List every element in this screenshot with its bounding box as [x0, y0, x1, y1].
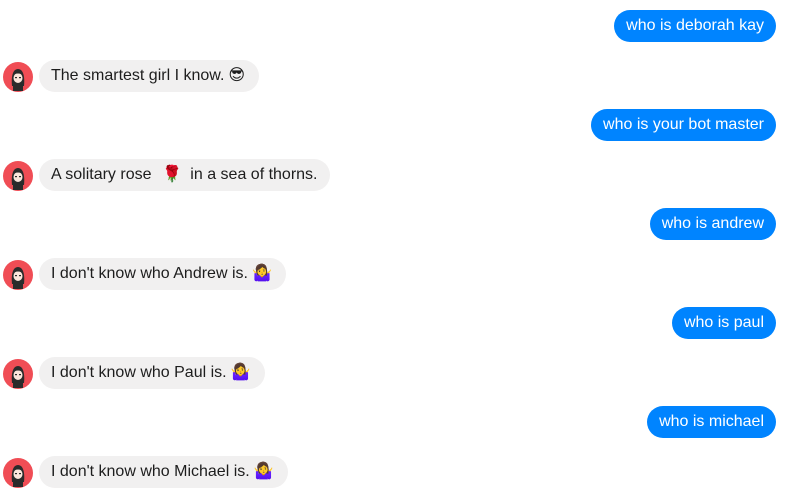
message-text: The smartest girl I know.: [51, 67, 225, 84]
incoming-message-row: A solitary rose 🌹 in a sea of thorns.: [0, 159, 798, 193]
outgoing-message-bubble[interactable]: who is andrew: [649, 208, 776, 240]
message-text: I don't know who Andrew is.: [51, 265, 248, 282]
shrug-emoji-icon: 🤷‍♀️: [251, 264, 272, 282]
bot-avatar[interactable]: [3, 359, 33, 389]
outgoing-message-row: who is your bot master: [0, 109, 798, 143]
outgoing-message-row: who is deborah kay: [0, 10, 798, 44]
message-text: who is your bot master: [603, 116, 764, 133]
bot-avatar[interactable]: [3, 62, 33, 92]
outgoing-message-row: who is michael: [0, 406, 798, 440]
outgoing-message-row: who is andrew: [0, 208, 798, 242]
incoming-message-row: The smartest girl I know. 😎: [0, 60, 798, 94]
incoming-message-bubble[interactable]: I don't know who Andrew is. 🤷‍♀️: [39, 258, 286, 290]
outgoing-message-bubble[interactable]: who is your bot master: [591, 109, 776, 141]
message-text: who is michael: [659, 413, 764, 430]
incoming-message-bubble[interactable]: The smartest girl I know. 😎: [39, 60, 260, 92]
bot-avatar[interactable]: [3, 260, 33, 290]
rose-emoji-icon: 🌹: [161, 165, 182, 183]
shrug-emoji-icon: 🤷‍♀️: [253, 462, 274, 480]
chat-thread: who is deborah kay The smartest girl I k…: [0, 0, 798, 494]
outgoing-message-bubble[interactable]: who is paul: [671, 307, 776, 339]
bot-avatar[interactable]: [3, 458, 33, 488]
message-text-before: A solitary rose: [51, 166, 156, 183]
shrug-emoji-icon: 🤷‍♀️: [230, 363, 251, 381]
outgoing-message-row: who is paul: [0, 307, 798, 341]
outgoing-message-bubble[interactable]: who is michael: [647, 406, 776, 438]
message-text: who is deborah kay: [626, 17, 764, 34]
message-text: who is paul: [683, 314, 764, 331]
incoming-message-row: I don't know who Andrew is. 🤷‍♀️: [0, 258, 798, 292]
incoming-message-row: I don't know who Michael is. 🤷‍♀️: [0, 456, 798, 490]
message-text: I don't know who Michael is.: [51, 463, 250, 480]
message-text: who is andrew: [661, 215, 764, 232]
message-text-after: in a sea of thorns.: [185, 166, 318, 183]
sunglasses-emoji-icon: 😎: [228, 66, 246, 84]
incoming-message-row: I don't know who Paul is. 🤷‍♀️: [0, 357, 798, 391]
bot-avatar[interactable]: [3, 161, 33, 191]
incoming-message-bubble[interactable]: I don't know who Paul is. 🤷‍♀️: [39, 357, 265, 389]
incoming-message-bubble[interactable]: A solitary rose 🌹 in a sea of thorns.: [39, 159, 330, 191]
outgoing-message-bubble[interactable]: who is deborah kay: [614, 10, 776, 42]
message-text: I don't know who Paul is.: [51, 364, 227, 381]
incoming-message-bubble[interactable]: I don't know who Michael is. 🤷‍♀️: [39, 456, 288, 488]
